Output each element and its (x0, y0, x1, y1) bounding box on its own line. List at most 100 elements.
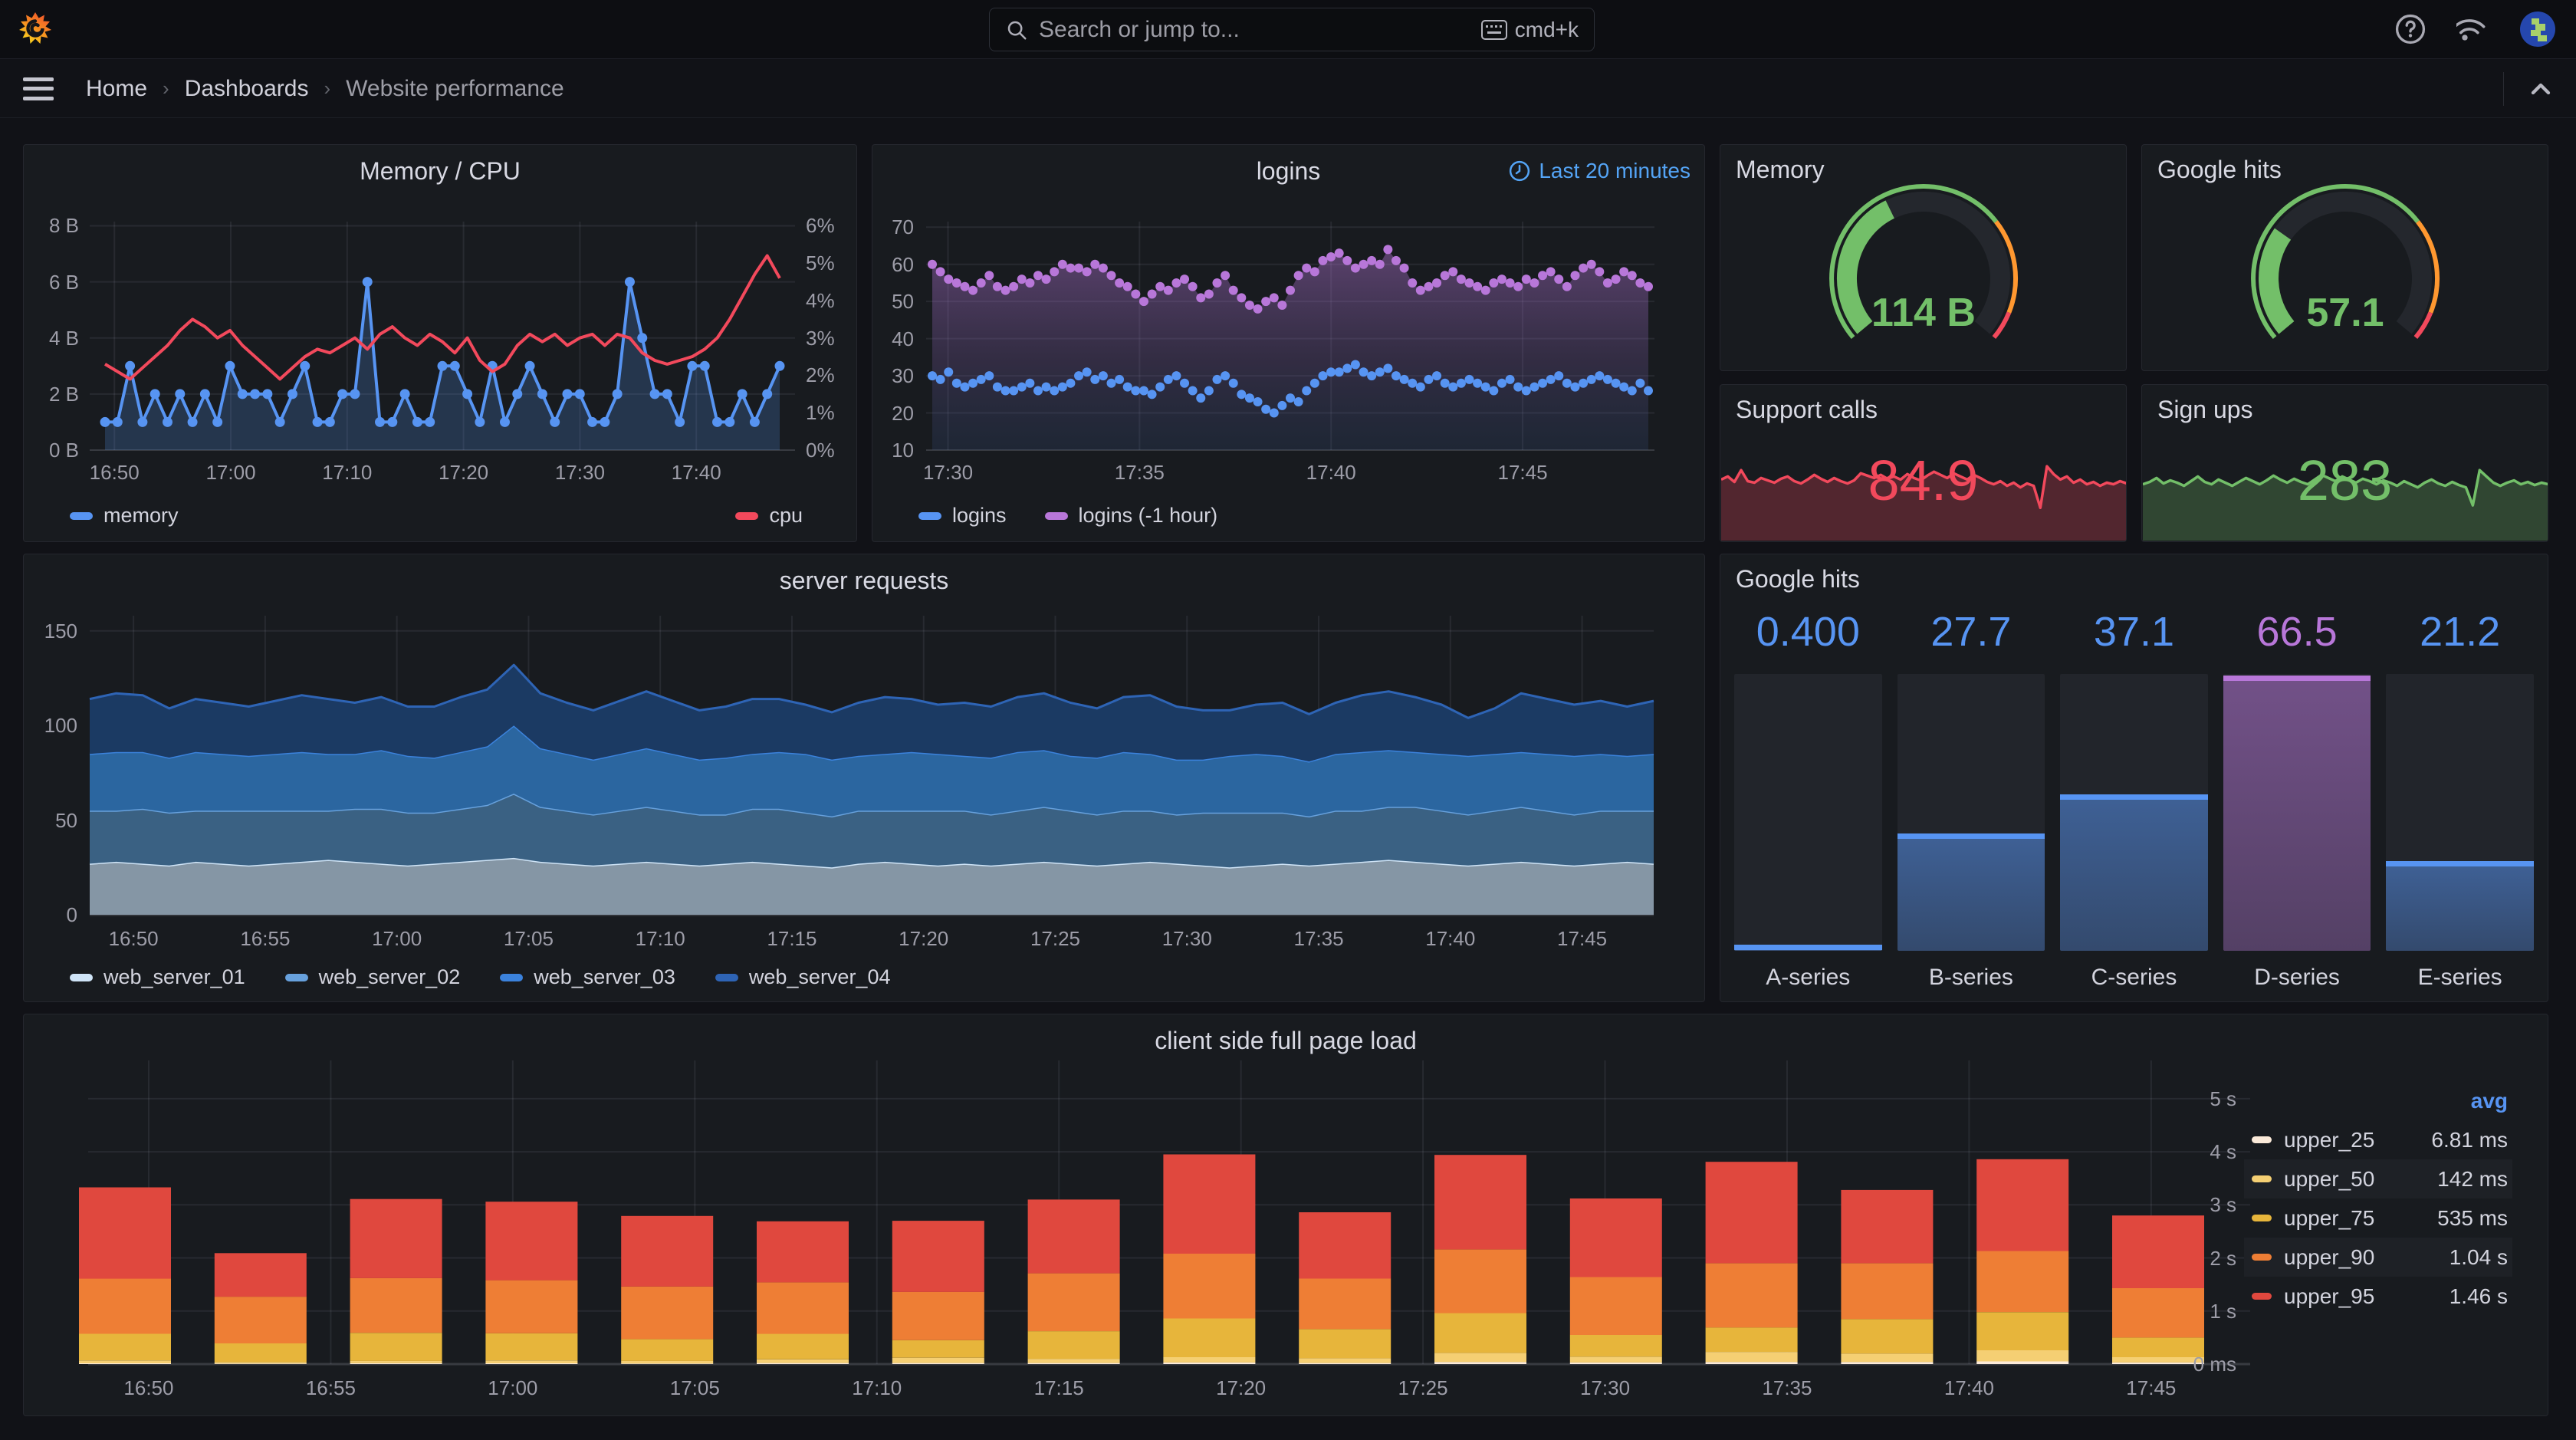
legend-item-cpu[interactable]: cpu (735, 504, 803, 528)
axis-tick-label: 17:00 (372, 927, 422, 950)
axis-tick-label: 16:50 (123, 1376, 174, 1399)
legend-row-upper-90[interactable]: upper_90 1.04 s (2244, 1238, 2512, 1277)
axis-tick-label: 17:40 (1306, 461, 1356, 484)
legend-item-web_server_03[interactable]: web_server_03 (500, 965, 675, 989)
panel-support-calls: Support calls 84.9 (1720, 384, 2127, 542)
legend-label: upper_50 (2284, 1166, 2375, 1191)
legend-swatch (2252, 1293, 2272, 1300)
bar-label: D-series (2254, 965, 2340, 990)
axis-tick-label: 17:15 (767, 927, 817, 950)
legend-swatch (918, 511, 941, 520)
legend-swatch (70, 511, 93, 520)
axis-tick-label: 17:15 (1033, 1376, 1084, 1399)
legend-label: logins (-1 hour) (1078, 504, 1218, 527)
breadcrumb-dashboards[interactable]: Dashboards (185, 76, 309, 102)
axis-tick-label: 16:50 (89, 461, 140, 484)
axis-tick-label: 17:20 (439, 461, 489, 484)
collapse-chevron-up-icon[interactable] (2525, 74, 2556, 104)
axis-tick-label: 17:45 (1557, 927, 1608, 950)
panel-page-load: client side full page load 5 s4 s3 s2 s1… (23, 1014, 2548, 1416)
menu-toggle-icon[interactable] (23, 77, 54, 100)
legend-label: logins (952, 504, 1007, 527)
panel-memory-gauge: Memory 114 B (1720, 144, 2127, 371)
user-avatar[interactable] (2519, 11, 2556, 48)
legend-label: cpu (769, 504, 803, 527)
legend-item-memory[interactable]: memory (70, 504, 179, 528)
stat-value: 283 (2297, 449, 2393, 512)
axis-tick-label: 17:00 (205, 461, 256, 484)
legend-swatch (70, 973, 93, 981)
legend-item-logins[interactable]: logins (918, 504, 1007, 528)
bar-fill (1897, 837, 2045, 951)
axis-tick-label: 2 s (2210, 1246, 2236, 1270)
divider (2503, 71, 2504, 106)
axis-tick-label: 0 ms (2193, 1353, 2236, 1376)
bar-value: 66.5 (2256, 609, 2338, 655)
axis-tick-label: 2 B (48, 382, 79, 406)
axis-tick-label: 17:10 (322, 461, 373, 484)
axis-tick-label: 6% (806, 214, 835, 238)
panel-title[interactable]: Support calls (1736, 396, 1878, 424)
axis-tick-label: 17:40 (1944, 1376, 1994, 1399)
axis-tick-label: 1% (806, 401, 835, 425)
bar-cap (1734, 945, 1882, 951)
bar-gauge-C-series[interactable]: 37.1 C-series (2060, 608, 2208, 991)
help-icon[interactable] (2394, 12, 2427, 46)
axis-tick-label: 17:25 (1398, 1376, 1448, 1399)
legend-header[interactable]: avg (2244, 1082, 2512, 1120)
axis-tick-label: 5 s (2210, 1087, 2236, 1110)
axis-tick-label: 0 (66, 903, 77, 926)
legend-row-upper-50[interactable]: upper_50 142 ms (2244, 1159, 2512, 1198)
axis-tick-label: 17:35 (1293, 927, 1344, 950)
legend-row-upper-25[interactable]: upper_25 6.81 ms (2244, 1120, 2512, 1159)
legend-row-upper-95[interactable]: upper_95 1.46 s (2244, 1277, 2512, 1316)
axis-tick-label: 16:50 (108, 927, 159, 950)
search-input[interactable]: Search or jump to... cmd+k (989, 8, 1595, 51)
axis-tick-label: 17:45 (1497, 461, 1548, 484)
bar-cap (2386, 861, 2534, 867)
legend-swatch (2252, 1175, 2272, 1182)
legend-swatch (1044, 511, 1068, 520)
bar-track (1897, 674, 2045, 951)
bar-track (2386, 674, 2534, 951)
legend-value: 1.46 s (2449, 1284, 2508, 1308)
grafana-logo-icon[interactable] (17, 11, 54, 48)
legend-item-web_server_02[interactable]: web_server_02 (284, 965, 460, 989)
legend-label: web_server_03 (534, 965, 675, 988)
page-load-legend-table: avg upper_25 6.81 ms upper_50 142 ms upp… (2244, 1082, 2512, 1316)
legend-item-logins-prev[interactable]: logins (-1 hour) (1044, 504, 1218, 528)
memory-cpu-chart[interactable]: 8 B 6 B 4 B 2 B 0 B 6% 5% 4% 3% 2% 1% 0% 16:50 17:00 1… (24, 145, 856, 541)
axis-tick-label: 17:25 (1030, 927, 1081, 950)
bar-gauge-D-series[interactable]: 66.5 D-series (2223, 608, 2371, 991)
axis-tick-label: 4 B (48, 326, 79, 350)
legend-item-web_server_01[interactable]: web_server_01 (70, 965, 245, 989)
axis-tick-label: 17:05 (503, 927, 554, 950)
bar-gauge-E-series[interactable]: 21.2 E-series (2386, 608, 2534, 991)
server-requests-chart[interactable]: 150 100 50 0 16:50 16:55 17:00 17:05 17:10 17:15 1… (24, 554, 1704, 1001)
memory-gauge: 114 B (1829, 184, 2018, 340)
page-load-chart[interactable]: 5 s 4 s 3 s 2 s 1 s 0 ms 16:50 16:55 17:00 17:05 1… (24, 1014, 2548, 1415)
logins-chart[interactable]: 70 60 50 40 30 20 10 17:30 17:35 17:40 17:45 (872, 145, 1704, 541)
chevron-right-icon: › (163, 77, 169, 100)
legend-row-upper-75[interactable]: upper_75 535 ms (2244, 1198, 2512, 1238)
legend-swatch (284, 973, 308, 981)
axis-tick-label: 30 (892, 364, 914, 388)
legend-item-web_server_04[interactable]: web_server_04 (715, 965, 891, 989)
axis-tick-label: 16:55 (305, 1376, 356, 1399)
breadcrumb: Home › Dashboards › Website performance (86, 76, 564, 102)
bar-track (2223, 674, 2371, 951)
axis-tick-label: 0 B (48, 439, 79, 462)
bar-gauge-B-series[interactable]: 27.7 B-series (1897, 608, 2045, 991)
panel-title[interactable]: Google hits (1736, 565, 1860, 593)
rss-news-icon[interactable] (2456, 12, 2490, 46)
bar-value: 21.2 (2420, 609, 2501, 655)
axis-tick-label: 17:20 (1216, 1376, 1267, 1399)
axis-tick-label: 17:35 (1762, 1376, 1812, 1399)
bar-gauge-A-series[interactable]: 0.400 A-series (1734, 608, 1882, 991)
axis-tick-label: 0% (806, 439, 835, 462)
legend-swatch (715, 973, 738, 981)
breadcrumb-home[interactable]: Home (86, 76, 147, 102)
svg-text:114 B: 114 B (1871, 291, 1976, 335)
axis-tick-label: 150 (44, 619, 77, 643)
panel-title[interactable]: Sign ups (2157, 396, 2253, 424)
